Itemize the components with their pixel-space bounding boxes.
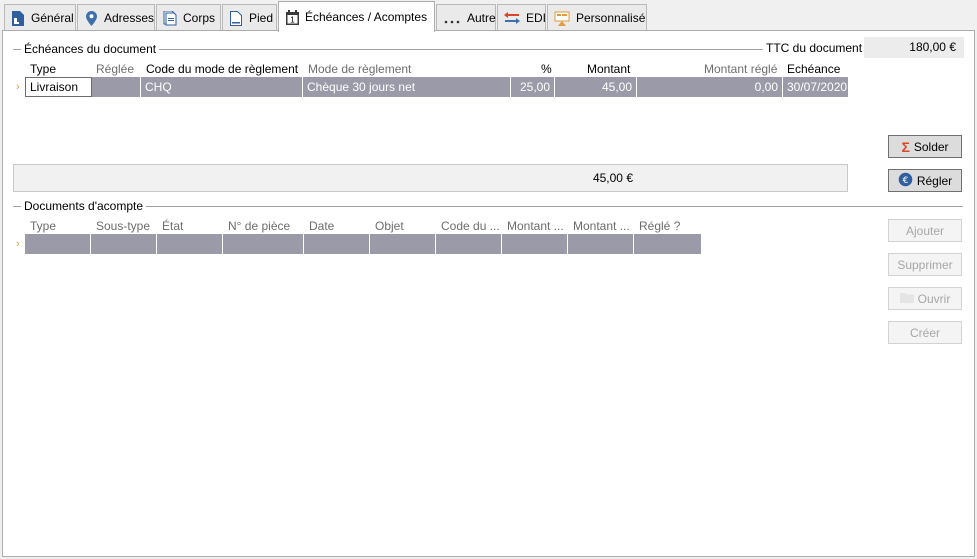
folder-icon [899, 292, 914, 306]
regler-button[interactable]: € Régler [888, 169, 962, 192]
ellipsis-icon [443, 10, 461, 26]
cell-mode[interactable]: Chèque 30 jours net [303, 77, 511, 97]
acomptes-section-title: Documents d'acompte [21, 199, 147, 213]
col-header-etat[interactable]: État [162, 219, 183, 233]
ajouter-button[interactable]: Ajouter [888, 219, 962, 242]
col-header-type[interactable]: Type [30, 219, 56, 233]
ouvrir-label: Ouvrir [917, 291, 951, 306]
document-icon [11, 10, 25, 26]
euro-payment-icon: € [898, 172, 913, 190]
tab-personnalise[interactable]: Personnalisé [547, 4, 647, 31]
tab-corps[interactable]: Corps [156, 4, 221, 31]
cell-code-mode[interactable]: CHQ [141, 77, 303, 97]
col-header-montant[interactable]: Montant [587, 62, 630, 76]
col-header-montant-regle[interactable]: Montant réglé [704, 62, 777, 76]
col-header-date[interactable]: Date [309, 219, 334, 233]
tab-edi[interactable]: EDI [497, 4, 546, 31]
col-header-percent[interactable]: % [541, 62, 552, 76]
col-header-montant-1[interactable]: Montant ... [507, 219, 564, 233]
acomptes-grid-header: Type Sous-type État N° de pièce Date Obj… [25, 218, 705, 234]
cell-empty[interactable] [157, 234, 223, 254]
cell-montant[interactable]: 45,00 [555, 77, 637, 97]
table-row[interactable]: Livraison CHQ Chèque 30 jours net 25,00 … [25, 77, 848, 97]
map-pin-icon [84, 10, 98, 26]
calendar-icon: 1 [285, 9, 299, 25]
tab-label: Échéances / Acomptes [305, 10, 428, 24]
tab-echeances-acomptes[interactable]: 1 Échéances / Acomptes [278, 1, 435, 32]
tab-content-panel [2, 30, 975, 557]
col-header-sous-type[interactable]: Sous-type [96, 219, 150, 233]
cell-empty[interactable] [634, 234, 701, 254]
ouvrir-button[interactable]: Ouvrir [888, 287, 962, 310]
page-icon [229, 10, 243, 26]
cell-echeance[interactable]: 30/07/2020 [783, 77, 848, 97]
total-montant: 45,00 € [13, 164, 848, 192]
tab-general[interactable]: Général [4, 4, 76, 31]
ttc-label: TTC du document [766, 41, 863, 55]
tab-adresses[interactable]: Adresses [77, 4, 155, 31]
col-header-code[interactable]: Code du ... [441, 219, 500, 233]
section-divider [13, 206, 963, 207]
table-row[interactable] [25, 234, 701, 254]
cell-montant-regle[interactable]: 0,00 [637, 77, 783, 97]
col-header-numero-piece[interactable]: N° de pièce [228, 219, 290, 233]
cell-empty[interactable] [25, 234, 91, 254]
tab-autre[interactable]: Autre [436, 4, 496, 31]
custom-fields-icon [554, 10, 570, 26]
col-header-code-mode[interactable]: Code du mode de règlement [146, 62, 298, 76]
exchange-arrows-icon [504, 10, 520, 26]
current-row-marker-icon: › [16, 238, 20, 250]
solder-label: Solder [913, 139, 949, 154]
col-header-type[interactable]: Type [30, 62, 56, 76]
svg-text:1: 1 [290, 15, 295, 24]
cell-empty[interactable] [91, 234, 157, 254]
sigma-icon: Σ [901, 138, 910, 155]
cell-empty[interactable] [370, 234, 436, 254]
echeances-grid-header: Type Réglée Code du mode de règlement Mo… [25, 61, 850, 77]
current-row-marker-icon: › [16, 81, 20, 93]
cell-empty[interactable] [502, 234, 568, 254]
col-header-montant-2[interactable]: Montant ... [573, 219, 630, 233]
tab-label: Pied [249, 11, 274, 25]
creer-button[interactable]: Créer [888, 321, 962, 344]
cell-empty[interactable] [436, 234, 502, 254]
echeances-section-title: Échéances du document [21, 42, 160, 56]
cell-type[interactable]: Livraison [25, 77, 92, 97]
svg-text:€: € [902, 176, 908, 186]
supprimer-button[interactable]: Supprimer [888, 253, 962, 276]
tab-label: Corps [183, 11, 216, 25]
tab-label: Autre [467, 11, 496, 25]
solder-button[interactable]: Σ Solder [888, 135, 962, 158]
cell-empty[interactable] [304, 234, 370, 254]
tab-label: EDI [526, 11, 547, 25]
tab-label: Général [31, 11, 74, 25]
cell-empty[interactable] [568, 234, 634, 254]
tab-pied[interactable]: Pied [222, 4, 277, 31]
documents-icon [163, 10, 177, 26]
col-header-regle[interactable]: Réglé ? [639, 219, 680, 233]
col-header-objet[interactable]: Objet [375, 219, 404, 233]
col-header-echeance[interactable]: Echéance [787, 62, 840, 76]
col-header-mode[interactable]: Mode de règlement [308, 62, 411, 76]
ttc-value: 180,00 € [864, 37, 964, 58]
cell-percent[interactable]: 25,00 [511, 77, 555, 97]
col-header-reglee[interactable]: Réglée [96, 62, 134, 76]
cell-reglee[interactable] [92, 77, 141, 97]
regler-label: Régler [916, 173, 953, 188]
tab-label: Personnalisé [576, 11, 646, 25]
tab-bar: Général Adresses Corps Pied 1 Échéances … [0, 0, 977, 32]
tab-label: Adresses [104, 11, 155, 25]
cell-empty[interactable] [223, 234, 304, 254]
